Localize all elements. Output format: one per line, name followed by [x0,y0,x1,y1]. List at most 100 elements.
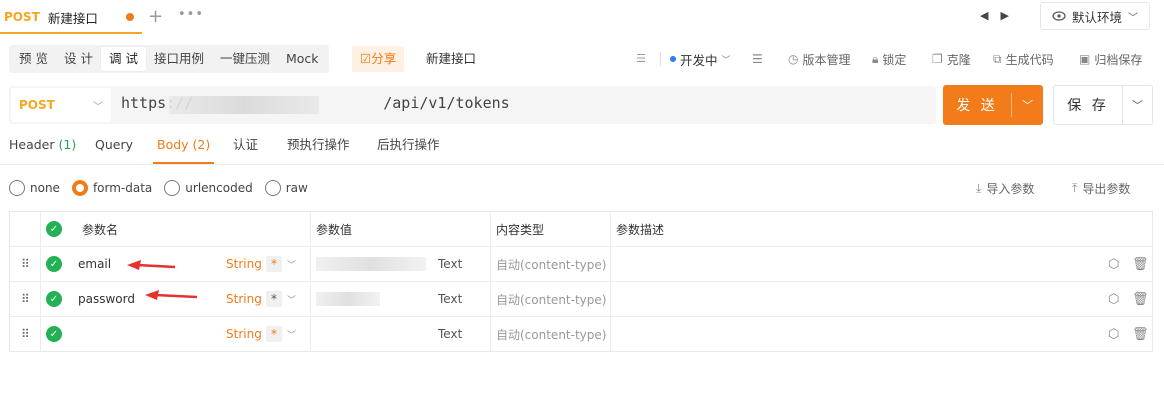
required-toggle[interactable]: * [266,326,282,342]
send-button[interactable]: 发 送 ﹀ [943,85,1043,125]
chevron-down-icon[interactable]: ﹀ [1123,86,1152,124]
tab-label: Body [157,137,189,152]
content-type-input[interactable]: 自动(content-type) [496,247,606,281]
divider [490,282,491,316]
url-bar: POST ﹀ https:///api/v1/tokens [9,86,936,124]
param-type-select[interactable]: String [226,247,262,281]
cube-icon[interactable]: ⬡ [1108,317,1119,351]
import-params-button[interactable]: ⤓ 导入参数 [976,180,1034,197]
generate-code-label: 生成代码 [1005,52,1054,67]
api-name-input[interactable]: 新建接口 [426,46,656,72]
drag-handle-icon[interactable]: ⠿ [21,317,30,351]
radio-urlencoded[interactable]: urlencoded [164,180,253,196]
table-row: ⠿ ✓ email String * ﹀ Text 自动(content-type… [10,246,1152,281]
archive-icon: ▣ [1079,52,1091,66]
param-value-input[interactable] [316,292,380,306]
lock-button[interactable]: 🔒︎ 锁定 [872,46,906,72]
tab-post-script[interactable]: 后执行操作 [377,130,440,164]
share-button[interactable]: ☑分享 [352,46,405,72]
environment-select[interactable]: 默认环境 ﹀ [1040,2,1150,30]
request-tab[interactable]: POST 新建接口 [0,0,142,34]
prev-tab-icon[interactable]: ◀ [980,9,988,22]
mode-cases[interactable]: 接口用例 [146,47,212,71]
select-all-checkbox[interactable]: ✓ [46,221,62,237]
tab-nav: ◀ ▶ [980,9,1009,22]
version-button[interactable]: ◷ 版本管理 [788,46,851,72]
table-header: ✓ 参数名 参数值 内容类型 参数描述 [10,212,1152,246]
value-type-select[interactable]: Text [438,317,462,351]
chevron-down-icon[interactable]: ﹀ [287,293,296,306]
url-suffix: /api/v1/tokens [383,94,510,112]
param-name-input[interactable]: password [78,282,135,316]
value-type-select[interactable]: Text [438,247,462,281]
cube-icon[interactable]: ⬡ [1108,282,1119,316]
required-toggle[interactable]: * [266,256,282,272]
add-tab-icon[interactable]: + [148,6,163,27]
tab-pre-script[interactable]: 预执行操作 [287,130,350,164]
tab-body[interactable]: Body (2) [153,130,215,164]
save-button[interactable]: 保 存 ﹀ [1053,85,1153,125]
generate-code-button[interactable]: ⧉ 生成代码 [993,46,1054,72]
param-type-select[interactable]: String [226,282,262,316]
tab-header[interactable]: Header (1) [9,130,76,164]
mode-stress-test[interactable]: 一键压测 [212,47,278,71]
more-tabs-icon[interactable]: ••• [178,7,204,22]
row-checkbox[interactable]: ✓ [46,291,62,307]
trash-icon[interactable]: 🗑︎ [1132,282,1149,316]
chevron-down-icon: ﹀ [721,55,731,66]
divider [660,52,661,66]
drag-handle-icon[interactable]: ⠿ [21,247,30,281]
content-type-input[interactable]: 自动(content-type) [496,317,606,351]
mode-preview[interactable]: 预 览 [11,47,56,71]
divider [490,212,491,246]
row-checkbox[interactable]: ✓ [46,326,62,342]
drag-handle-icon[interactable]: ⠿ [21,282,30,316]
trash-icon[interactable]: 🗑︎ [1132,317,1149,351]
header-name: 参数名 [82,222,119,237]
edit-icon[interactable]: ☰ [636,52,646,65]
unsaved-dot-icon[interactable] [126,13,134,21]
radio-form-data[interactable]: form-data [71,180,152,196]
chevron-down-icon[interactable]: ﹀ [1012,85,1043,125]
mode-debug[interactable]: 调 试 [100,47,146,71]
param-type-select[interactable]: String [226,317,262,351]
mode-design[interactable]: 设 计 [56,47,101,71]
divider [310,282,311,316]
header-content-type: 内容类型 [496,222,545,237]
history-icon[interactable]: ☰ [752,46,763,72]
annotation-arrow-icon [145,290,198,300]
cube-icon[interactable]: ⬡ [1108,247,1119,281]
row-checkbox[interactable]: ✓ [46,256,62,272]
send-label: 发 送 [956,98,998,114]
method-select[interactable]: POST ﹀ [11,88,111,122]
radio-circle [164,180,181,196]
divider [310,247,311,281]
mode-mock[interactable]: Mock [278,47,327,71]
import-label: 导入参数 [986,182,1035,196]
trash-icon[interactable]: 🗑︎ [1132,247,1149,281]
status-select[interactable]: 开发中 ﹀ [670,46,731,72]
tab-auth[interactable]: 认证 [233,130,258,164]
export-params-button[interactable]: ⤒ 导出参数 [1072,180,1130,197]
required-toggle[interactable]: * [266,291,282,307]
param-name-input[interactable]: email [78,247,111,281]
radio-none[interactable]: none [9,180,60,196]
next-tab-icon[interactable]: ▶ [1000,9,1008,22]
eye-icon [1052,11,1066,21]
value-type-select[interactable]: Text [438,282,462,316]
content-type-input[interactable]: 自动(content-type) [496,282,606,316]
radio-label: none [30,181,60,195]
param-value-input[interactable] [316,257,426,271]
radio-raw[interactable]: raw [264,180,308,196]
tab-query[interactable]: Query [95,130,133,164]
chevron-down-icon[interactable]: ﹀ [287,258,296,271]
chevron-down-icon[interactable]: ﹀ [287,328,296,341]
tab-label: 认证 [233,137,259,152]
archive-save-button[interactable]: ▣ 归档保存 [1079,46,1142,72]
code-icon: ⧉ [993,51,1002,66]
header-description: 参数描述 [616,222,665,237]
environment-label: 默认环境 [1071,9,1122,25]
clone-button[interactable]: ❐ 克隆 [932,46,971,72]
lock-label: 锁定 [882,52,907,67]
header-value: 参数值 [316,222,353,237]
